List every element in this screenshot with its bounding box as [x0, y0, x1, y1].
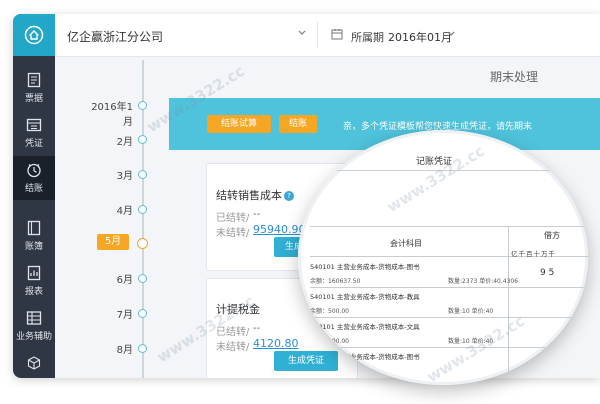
- top-bar: 亿企赢浙江分公司 所属期 2016年01月: [55, 14, 600, 57]
- timeline-month[interactable]: 7月: [83, 306, 133, 321]
- sidebar-item-report[interactable]: 报表: [13, 259, 55, 303]
- home-icon: [24, 25, 44, 45]
- timeline-month[interactable]: 3月: [83, 167, 133, 182]
- unsettled-label: 未结转/: [216, 228, 250, 239]
- grid-line: [310, 226, 588, 227]
- report-icon: [27, 265, 41, 281]
- business-icon: [26, 311, 42, 325]
- sidebar: 票据 凭证 结账 账簿 报表 业务辅助: [13, 14, 55, 378]
- unsettled-amount-link[interactable]: 4120.80: [253, 337, 299, 350]
- voucher-qty: 数量:10 单价:40: [448, 338, 494, 345]
- sidebar-item-label: 业务辅助: [15, 332, 52, 342]
- ledger-icon: [27, 220, 41, 236]
- timeline-node[interactable]: [138, 135, 147, 144]
- grid-line: [310, 287, 588, 288]
- voucher-qty: 数量:10 单价:40: [448, 308, 494, 315]
- calendar-icon: [331, 29, 343, 40]
- voucher-balance: 余额：160637.50: [310, 278, 361, 285]
- card-title: 计提税金: [216, 303, 260, 316]
- period-selector[interactable]: 2016年01月: [388, 29, 452, 45]
- divider: [317, 22, 318, 48]
- sidebar-item-label: 结账: [24, 184, 43, 194]
- voucher-balance: 余额：500.00: [310, 308, 349, 315]
- voucher-account: 540101 主营业务成本-货物成本-教具: [310, 293, 420, 301]
- current-month-badge[interactable]: 5月: [97, 234, 129, 250]
- card-title: 结转销售成本?: [216, 187, 294, 203]
- voucher-amount: 9 5: [540, 268, 555, 278]
- grid-line: [310, 317, 588, 318]
- timeline-month[interactable]: 2月: [83, 133, 133, 148]
- voucher-divider: [318, 170, 588, 171]
- sidebar-item-voucher[interactable]: 凭证: [13, 111, 55, 155]
- digit-units: 亿千百十万千: [511, 250, 556, 258]
- voucher-account: 540101 主营业务成本-货物成本-图书: [310, 353, 420, 361]
- voucher-balance: 余额：100.00: [310, 338, 349, 345]
- timeline-node[interactable]: [138, 205, 147, 214]
- voucher-magnifier: 记账凭证 会计科目 借方 亿千百十万千 540101 主营业务成本-货物成本-图…: [298, 130, 588, 385]
- grid-line: [310, 347, 588, 348]
- sidebar-item-closing[interactable]: 结账: [13, 156, 55, 200]
- timeline-node[interactable]: [138, 309, 147, 318]
- voucher-account: 540101 主营业务成本-货物成本-文具: [310, 323, 420, 331]
- sidebar-item-invoice[interactable]: 票据: [13, 66, 55, 110]
- sidebar-item-business[interactable]: 业务辅助: [13, 304, 55, 348]
- sidebar-item-label: 报表: [24, 287, 43, 297]
- timeline-node[interactable]: [138, 170, 147, 179]
- voucher-icon: [26, 118, 42, 132]
- timeline-node[interactable]: [138, 274, 147, 283]
- timeline-node-current[interactable]: [137, 238, 148, 249]
- chevron-down-icon[interactable]: [447, 31, 455, 37]
- chevron-down-icon[interactable]: [298, 30, 306, 36]
- sidebar-item-label: 凭证: [24, 139, 43, 149]
- page-title: 期末处理: [490, 70, 539, 84]
- sidebar-item-ledger[interactable]: 账簿: [13, 214, 55, 258]
- help-icon[interactable]: ?: [284, 191, 294, 201]
- timeline-month[interactable]: 4月: [83, 202, 133, 217]
- timeline-month[interactable]: 6月: [83, 271, 133, 286]
- voucher-account: 540101 主营业务成本-货物成本-图书: [310, 263, 420, 271]
- voucher-title: 记账凭证: [416, 157, 453, 167]
- cube-icon: [27, 355, 41, 370]
- settled-value: --: [253, 209, 261, 220]
- unsettled-label: 未结转/: [216, 342, 250, 353]
- period-label: 所属期: [351, 31, 384, 44]
- company-selector[interactable]: 亿企赢浙江分公司: [67, 28, 163, 45]
- voucher-qty: 数量:2373 单价:40.4306: [448, 278, 519, 285]
- settled-label: 已结转/: [216, 213, 250, 224]
- settled-label: 已结转/: [216, 327, 250, 338]
- sidebar-item-label: 账簿: [24, 242, 43, 252]
- clock-icon: [27, 163, 41, 178]
- timeline-node[interactable]: [138, 344, 147, 353]
- column-header-subject: 会计科目: [390, 239, 422, 248]
- trial-close-button[interactable]: 结账试算: [207, 115, 271, 133]
- timeline-node[interactable]: [138, 101, 147, 110]
- timeline-month[interactable]: 8月: [83, 341, 133, 356]
- sidebar-item-label: 票据: [24, 94, 43, 104]
- sidebar-item-more[interactable]: [13, 350, 55, 378]
- timeline-month[interactable]: 2016年1月: [83, 98, 133, 128]
- invoice-icon: [27, 72, 41, 88]
- home-logo[interactable]: [13, 14, 55, 56]
- settled-value: --: [253, 323, 261, 334]
- column-header-debit: 借方: [544, 231, 560, 240]
- grid-line: [508, 226, 509, 385]
